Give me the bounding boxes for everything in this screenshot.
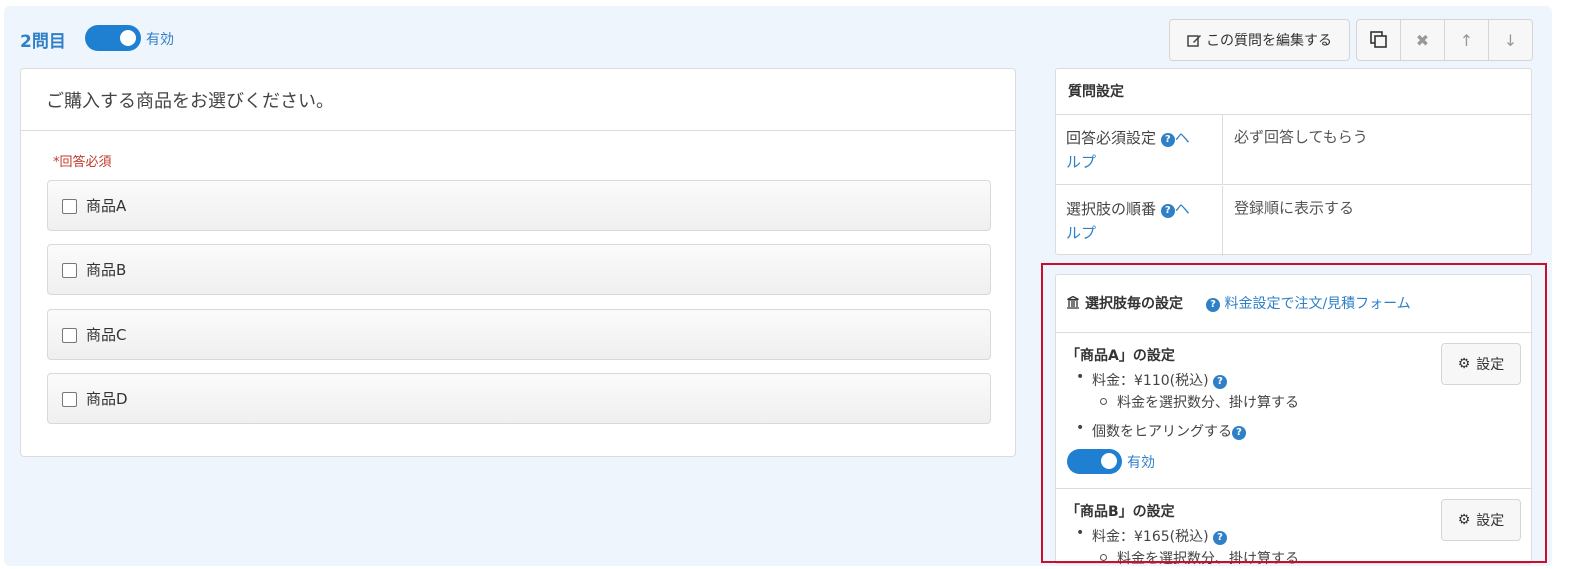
settings-key: 回答必須設定 ? ヘ ルプ [1056,115,1223,184]
option-item[interactable]: 商品B [47,244,991,295]
settings-key-label: 選択肢の順番 [1066,200,1157,218]
question-number: 2問目 [20,32,66,52]
arrow-down-icon: ↓ [1503,30,1518,50]
settings-key-label: 回答必須設定 [1066,129,1157,147]
move-up-button[interactable]: ↑ [1445,20,1489,60]
option-label: 商品C [86,326,127,344]
option-checkbox[interactable] [62,328,77,343]
option-label: 商品D [86,390,128,408]
copy-icon [1369,31,1387,48]
settings-row-required: 回答必須設定 ? ヘ ルプ 必ず回答してもらう [1056,115,1531,185]
help-link-part1[interactable]: ヘ [1175,200,1190,218]
question-title: ご購入する商品をお選びください。 [46,91,334,112]
edit-question-label: この質問を編集する [1206,33,1332,49]
highlight-frame [1041,263,1547,563]
option-checkbox[interactable] [62,392,77,407]
help-link-part2[interactable]: ルプ [1066,153,1096,171]
option-item[interactable]: 商品D [47,373,991,424]
option-label: 商品B [86,261,127,279]
option-checkbox[interactable] [62,263,77,278]
question-enabled-toggle[interactable] [85,25,141,51]
option-item[interactable]: 商品C [47,309,991,360]
move-down-button[interactable]: ↓ [1489,20,1532,60]
settings-heading: 質問設定 [1068,84,1124,100]
settings-key: 選択肢の順番 ? ヘ ルプ [1056,186,1223,256]
delete-button[interactable]: ✖ [1401,20,1445,60]
divider [21,130,1015,131]
settings-header: 質問設定 [1056,69,1531,115]
close-icon: ✖ [1415,30,1430,50]
required-label: *回答必須 [53,155,112,170]
arrow-up-icon: ↑ [1459,30,1474,50]
settings-value: 必ず回答してもらう [1234,128,1368,146]
question-action-buttons: ✖ ↑ ↓ [1356,19,1533,61]
option-checkbox[interactable] [62,199,77,214]
edit-question-button[interactable]: この質問を編集する [1169,19,1350,61]
copy-button[interactable] [1357,20,1401,60]
question-enabled-label: 有効 [146,32,174,48]
question-preview-panel: ご購入する商品をお選びください。 *回答必須 商品A 商品B 商品C 商品D [20,68,1016,457]
help-link-part2[interactable]: ルプ [1066,224,1096,242]
option-item[interactable]: 商品A [47,180,991,231]
question-settings-table: 質問設定 回答必須設定 ? ヘ ルプ 必ず回答してもらう 選択肢の順番 ? ヘ ルプ… [1055,68,1532,256]
settings-value: 登録順に表示する [1234,199,1355,217]
option-label: 商品A [86,197,127,215]
help-link-part1[interactable]: ヘ [1175,129,1190,147]
toggle-knob [120,30,136,46]
edit-icon [1187,35,1201,47]
help-icon[interactable]: ? [1160,204,1175,218]
settings-row-order: 選択肢の順番 ? ヘ ルプ 登録順に表示する [1056,186,1531,256]
help-icon[interactable]: ? [1160,133,1175,147]
